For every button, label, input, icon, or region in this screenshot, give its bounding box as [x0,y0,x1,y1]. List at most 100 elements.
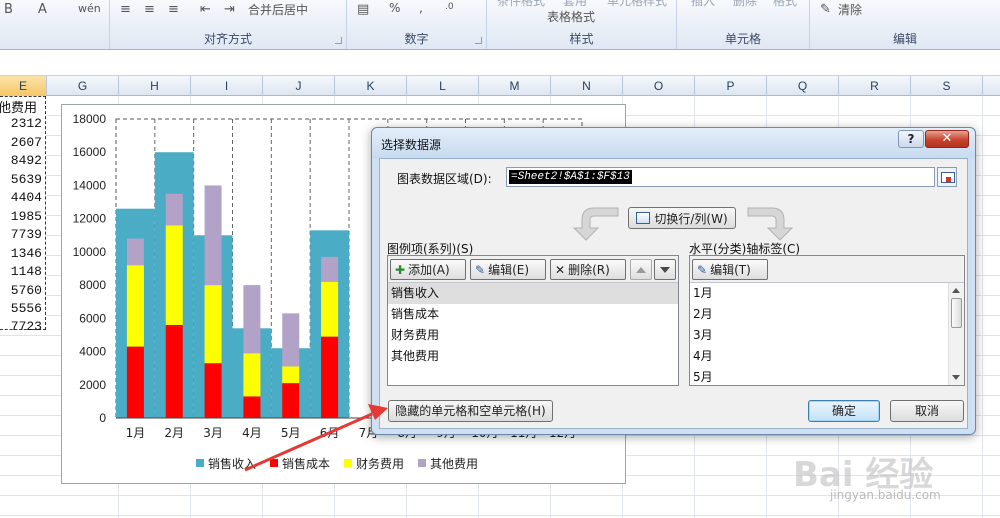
legend-item-sales-cost[interactable]: 销售成本 [270,455,330,471]
y-tick-label: 10000 [73,245,107,259]
column-header-r[interactable]: R [839,76,911,96]
legend-item-other-expense[interactable]: 其他费用 [418,455,478,471]
watermark-url: jingyan.baidu.com [830,488,941,502]
cell-e2[interactable]: 2312 [11,116,42,131]
hidden-empty-cells-button[interactable]: 隐藏的单元格和空单元格(H) [388,400,553,422]
indent-icon[interactable]: ⇤ [200,2,211,17]
cancel-button[interactable]: 取消 [890,400,964,422]
y-tick-label: 18000 [73,112,107,126]
cell-e8[interactable]: 7739 [11,227,42,242]
dialog-title: 选择数据源 [381,138,442,152]
column-header-k[interactable]: K [335,76,407,96]
legend-item-finance-expense[interactable]: 财务费用 [344,455,404,471]
bar-finance-expense [204,285,222,364]
column-header-s[interactable]: S [911,76,983,96]
cell-e5[interactable]: 5639 [11,172,42,187]
move-up-button[interactable] [630,259,652,280]
ribbon-group-label: 编辑 [892,32,917,46]
legend-entries-list[interactable]: 销售收入 销售成本 财务费用 其他费用 [388,283,678,385]
axis-item[interactable]: 4月 [690,346,948,367]
cell-e3[interactable]: 2607 [11,135,42,150]
eraser-icon[interactable]: ✎ [820,2,831,17]
move-down-button[interactable] [654,259,676,280]
percent-button[interactable]: % [389,1,400,15]
cell-e9[interactable]: 1346 [11,246,42,261]
column-header-o[interactable]: O [623,76,695,96]
column-e-selection[interactable]: 他费用 2312 2607 8492 5639 4404 1985 7739 1… [0,96,46,331]
cell-e10[interactable]: 1148 [11,264,42,279]
bold-icon[interactable]: B [4,2,13,17]
cell-e12[interactable]: 5556 [11,301,42,316]
add-series-button[interactable]: ✚ 添加(A) [390,259,466,280]
column-header-n[interactable]: N [551,76,623,96]
chart-data-range-input[interactable]: =Sheet2!$A$1:$F$13 [506,167,935,187]
axis-item[interactable]: 1月 [690,283,948,304]
axis-labels-list[interactable]: 1月 2月 3月 4月 5月 [690,283,964,385]
cell-e1[interactable]: 他费用 [0,97,37,116]
currency-icon[interactable]: ▤ [357,2,369,17]
cell-style-button[interactable]: 单元格样式 [607,0,667,9]
format-button[interactable]: 格式 [773,0,797,9]
dialog-launcher-icon[interactable] [475,37,482,44]
cell-e7[interactable]: 1985 [11,209,42,224]
cell-e13[interactable]: 7723 [11,319,42,331]
ribbon: B A wén ≡ ≡ ≡ ⇤ ⇥ 合并后居中 对齐方式 ▤ % , .0 数字… [0,0,1000,50]
merge-center-button[interactable]: 合并后居中 [248,1,308,18]
ribbon-group-label: 单元格 [724,32,761,46]
column-header-g[interactable]: G [47,76,119,96]
remove-series-button[interactable]: ✕ 删除(R) [550,259,626,280]
column-header-l[interactable]: L [407,76,479,96]
conditional-format-button[interactable]: 条件格式 [497,0,545,9]
column-header-j[interactable]: J [263,76,335,96]
range-collapse-icon[interactable] [937,167,957,187]
column-header-i[interactable]: I [191,76,263,96]
align-center-icon[interactable]: ≡ [144,2,155,17]
cell-e11[interactable]: 5760 [11,283,42,298]
decimal-icon[interactable]: .0 [445,2,454,12]
font-color-icon[interactable]: A [38,2,47,17]
dialog-launcher-icon[interactable] [335,37,342,44]
column-header-q[interactable]: Q [767,76,839,96]
axis-item[interactable]: 2月 [690,304,948,325]
axis-item[interactable]: 3月 [690,325,948,346]
dialog-titlebar[interactable]: 选择数据源 ? ✕ [372,128,975,158]
switch-row-column-button[interactable]: 切换行/列(W) [628,207,736,229]
edit-series-label: 编辑(E) [488,263,530,277]
scroll-thumb[interactable] [951,298,962,328]
chart-legend[interactable]: 销售收入 销售成本 财务费用 其他费用 [196,455,478,471]
axis-list-scrollbar[interactable] [948,283,964,385]
column-header-e[interactable]: E [0,76,47,96]
phonetic-icon[interactable]: wén [78,2,101,15]
clear-button[interactable]: 清除 [838,1,862,18]
series-item[interactable]: 销售收入 [388,283,678,304]
edit-axis-button[interactable]: ✎ 编辑(T) [692,259,768,280]
scroll-down-icon[interactable] [952,375,960,380]
legend-item-sales-revenue[interactable]: 销售收入 [196,455,256,471]
insert-button[interactable]: 插入 [691,0,715,9]
scroll-up-icon[interactable] [952,288,960,293]
series-item[interactable]: 财务费用 [388,325,678,346]
series-item[interactable]: 其他费用 [388,346,678,367]
edit-series-button[interactable]: ✎ 编辑(E) [470,259,546,280]
ok-button[interactable]: 确定 [808,400,880,422]
delete-button[interactable]: 删除 [733,0,757,9]
table-format-label[interactable]: 表格格式 [547,8,595,25]
close-button[interactable]: ✕ [925,130,969,148]
align-left-icon[interactable]: ≡ [120,2,131,17]
column-header-p[interactable]: P [695,76,767,96]
column-header-h[interactable]: H [119,76,191,96]
legend-entries-panel: ✚ 添加(A) ✎ 编辑(E) ✕ 删除(R) 销售收入 销售成本 财务费用 其… [387,255,679,386]
outdent-icon[interactable]: ⇥ [224,2,235,17]
help-button[interactable]: ? [898,130,924,148]
align-right-icon[interactable]: ≡ [168,2,179,17]
ribbon-group-cells: 插入 删除 格式 单元格 [677,0,810,49]
chart-data-range-value[interactable]: =Sheet2!$A$1:$F$13 [509,170,632,184]
bar-sales-cost [126,346,144,418]
cell-e4[interactable]: 8492 [11,153,42,168]
cell-e6[interactable]: 4404 [11,190,42,205]
column-header-m[interactable]: M [479,76,551,96]
bar-finance-expense [165,225,183,325]
axis-item[interactable]: 5月 [690,367,948,388]
comma-button[interactable]: , [419,1,423,15]
series-item[interactable]: 销售成本 [388,304,678,325]
